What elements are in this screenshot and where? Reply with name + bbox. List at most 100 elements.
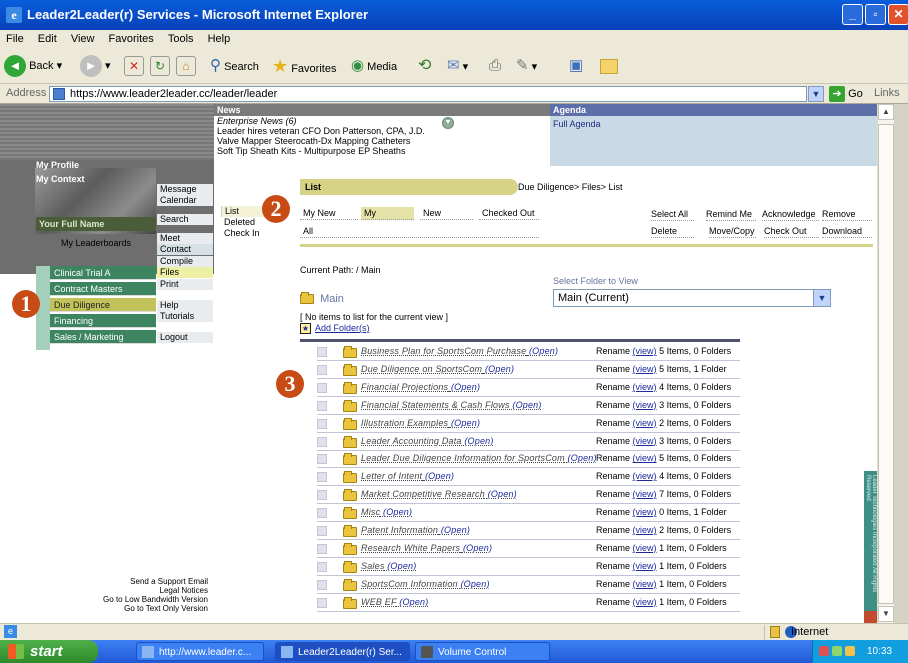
leaderboard-due-diligence[interactable]: Due Diligence [50,298,156,312]
check-out-button[interactable]: Check Out [764,225,819,238]
nav-message[interactable]: Message [157,184,213,195]
rename-link[interactable]: Rename [596,525,630,535]
menu-file[interactable]: File [0,30,29,45]
view-link[interactable]: (view) [633,453,657,463]
nav-contact[interactable]: Contact [157,244,213,255]
tab-new[interactable]: New [420,207,473,220]
folder-name-link[interactable]: WEB EF (Open) [361,597,428,607]
folder-open-link[interactable]: (Open) [451,418,480,428]
news-item[interactable]: Leader hires veteran CFO Don Patterson, … [214,126,550,136]
folder-open-link[interactable]: (Open) [383,507,412,517]
folder-open-link[interactable]: (Open) [387,561,416,571]
nav-print[interactable]: Print [157,279,213,290]
view-link[interactable]: (view) [633,489,657,499]
edit-button[interactable]: ✎ ▾ [516,54,537,78]
forward-button[interactable]: ► ▾ [80,54,111,78]
folder-open-link[interactable]: (Open) [399,597,428,607]
folder-open-link[interactable]: (Open) [488,489,517,499]
view-link[interactable]: (view) [633,543,657,553]
view-link[interactable]: (view) [633,436,657,446]
folder-open-link[interactable]: (Open) [441,525,470,535]
nav-tutorials[interactable]: Tutorials [157,311,213,322]
rename-link[interactable]: Rename [596,489,630,499]
add-folder-link[interactable]: ★ Add Folder(s) [300,323,370,335]
folder-open-link[interactable]: (Open) [463,543,492,553]
folder-checkbox[interactable] [317,543,327,554]
tab-my[interactable]: My [361,207,414,220]
news-scroll-icon[interactable]: ▼ [442,117,454,129]
nav-meet[interactable]: Meet [157,233,213,244]
scroll-up-icon[interactable]: ▲ [878,104,894,120]
my-profile-link[interactable]: My Profile [36,160,79,170]
remind-me-button[interactable]: Remind Me [706,208,756,221]
rename-link[interactable]: Rename [596,346,630,356]
folder-checkbox[interactable] [317,526,327,536]
submenu-check-in[interactable]: Check In [221,228,277,239]
scroll-down-icon[interactable]: ▼ [878,606,894,622]
folder-checkbox[interactable] [317,418,327,429]
folder-name-link[interactable]: Illustration Examples (Open) [361,418,480,428]
folder-checkbox[interactable] [317,400,327,411]
acknowledge-button[interactable]: Acknowledge [762,208,819,221]
history-button[interactable]: ⟲ [418,54,431,78]
view-link[interactable]: (view) [633,525,657,535]
rename-link[interactable]: Rename [596,507,630,517]
menu-view[interactable]: View [65,30,100,45]
folder-name-link[interactable]: Due Diligence on SportsCom (Open) [361,364,514,374]
nav-help[interactable]: Help [157,300,213,311]
media-button[interactable]: ◉ Media [351,54,397,78]
delete-button[interactable]: Delete [651,225,694,238]
folder-checkbox[interactable] [317,436,327,447]
folder-name-link[interactable]: Financial Projections (Open) [361,382,480,392]
messenger-button[interactable] [600,54,618,78]
tab-checked-out[interactable]: Checked Out [479,207,539,220]
search-button[interactable]: ⚲ Search [210,54,259,78]
nav-files[interactable]: Files [157,267,213,278]
folder-open-link[interactable]: (Open) [451,382,480,392]
scroll-thumb[interactable] [878,124,894,604]
nav-calendar[interactable]: Calendar [157,195,213,206]
tray-icon[interactable] [832,646,842,656]
folder-open-link[interactable]: (Open) [464,436,493,446]
main-folder-link[interactable]: Main [300,292,344,305]
links-label[interactable]: Links [874,87,900,99]
legal-notices-link[interactable]: Legal Notices [36,586,208,595]
full-agenda-link[interactable]: Full Agenda [550,116,877,132]
folder-checkbox[interactable] [317,579,327,590]
nav-logout[interactable]: Logout [157,332,213,343]
discuss-button[interactable]: ▣ [569,54,583,78]
view-link[interactable]: (view) [633,579,657,589]
remove-button[interactable]: Remove [822,208,872,221]
folder-checkbox[interactable] [317,597,327,608]
leaderboard-sales-marketing[interactable]: Sales / Marketing [50,330,156,344]
folder-checkbox[interactable] [317,508,327,519]
folder-checkbox[interactable] [317,347,327,357]
rename-link[interactable]: Rename [596,597,630,607]
rename-link[interactable]: Rename [596,561,630,571]
folder-name-link[interactable]: Business Plan for SportsCom Purchase (Op… [361,346,558,356]
view-link[interactable]: (view) [633,346,657,356]
folder-open-link[interactable]: (Open) [512,400,541,410]
view-link[interactable]: (view) [633,597,657,607]
folder-open-link[interactable]: (Open) [425,471,454,481]
refresh-button[interactable]: ↻ [150,54,170,78]
folder-open-link[interactable]: (Open) [529,346,558,356]
folder-checkbox[interactable] [317,382,327,393]
close-button[interactable]: ✕ [888,4,908,25]
maximize-button[interactable]: ▫ [865,4,886,25]
news-subheading[interactable]: Enterprise News (6) [214,116,550,126]
folder-name-link[interactable]: Leader Due Diligence Information for Spo… [361,453,597,463]
chevron-down-icon[interactable]: ▼ [813,290,830,306]
menu-favorites[interactable]: Favorites [103,30,159,45]
nav-search[interactable]: Search [157,214,213,225]
leaderboard-financing[interactable]: Financing [50,314,156,328]
view-link[interactable]: (view) [633,364,657,374]
minimize-button[interactable]: _ [842,4,863,25]
folder-select[interactable]: Main (Current) ▼ [553,289,831,307]
folder-name-link[interactable]: Leader Accounting Data (Open) [361,436,494,446]
vertical-scrollbar[interactable]: ▲ ▼ [877,104,894,623]
folder-name-link[interactable]: SportsCom Information (Open) [361,579,490,589]
folder-checkbox[interactable] [317,561,327,572]
folder-open-link[interactable]: (Open) [568,453,597,463]
news-item[interactable]: Soft Tip Sheath Kits - Multipurpose EP S… [214,146,550,156]
